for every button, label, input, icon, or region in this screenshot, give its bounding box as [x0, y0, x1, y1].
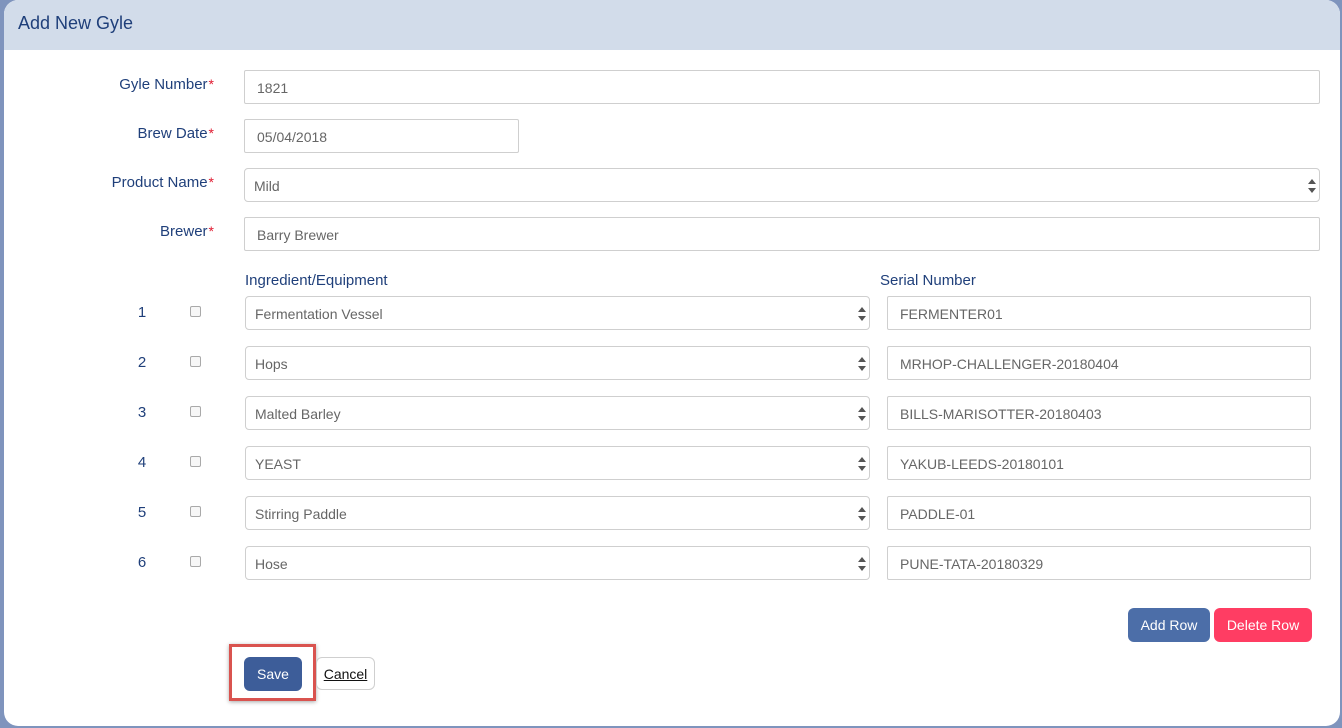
- serial-number-input[interactable]: BILLS-MARISOTTER-20180403: [887, 396, 1311, 430]
- required-marker: *: [208, 223, 214, 239]
- required-marker: *: [208, 174, 214, 190]
- serial-number-input[interactable]: FERMENTER01: [887, 296, 1311, 330]
- row-checkbox[interactable]: [190, 406, 201, 417]
- ingredient-select[interactable]: YEAST: [245, 446, 870, 480]
- select-arrows-icon: [858, 357, 866, 371]
- select-arrows-icon: [858, 557, 866, 571]
- serial-number-input[interactable]: YAKUB-LEEDS-20180101: [887, 446, 1311, 480]
- ingredient-value: Malted Barley: [255, 406, 341, 422]
- ingredient-value: Fermentation Vessel: [255, 306, 383, 322]
- serial-column-header: Serial Number: [880, 272, 976, 289]
- product-name-select[interactable]: Mild: [244, 168, 1320, 202]
- ingredient-value: Stirring Paddle: [255, 506, 347, 522]
- row-number: 3: [137, 404, 147, 421]
- brewer-input[interactable]: Barry Brewer: [244, 217, 1320, 251]
- ingredient-value: YEAST: [255, 456, 301, 472]
- select-arrows-icon: [858, 407, 866, 421]
- row-checkbox[interactable]: [190, 506, 201, 517]
- cancel-button[interactable]: Cancel: [316, 657, 375, 690]
- row-number: 4: [137, 454, 147, 471]
- gyle-number-input[interactable]: 1821: [244, 70, 1320, 104]
- brew-date-input[interactable]: 05/04/2018: [244, 119, 519, 153]
- brew-date-label-text: Brew Date: [137, 125, 208, 142]
- brewer-label-text: Brewer: [160, 223, 208, 240]
- ingredient-column-header: Ingredient/Equipment: [245, 272, 388, 289]
- select-arrows-icon: [858, 307, 866, 321]
- add-gyle-panel: Add New Gyle Gyle Number* 1821 Brew Date…: [4, 0, 1340, 726]
- row-checkbox[interactable]: [190, 556, 201, 567]
- row-number: 5: [137, 504, 147, 521]
- add-row-button[interactable]: Add Row: [1128, 608, 1210, 642]
- row-number: 6: [137, 554, 147, 571]
- gyle-number-label-text: Gyle Number: [119, 76, 208, 93]
- brewer-label: Brewer*: [4, 223, 214, 240]
- panel-header: Add New Gyle: [4, 0, 1340, 50]
- delete-row-button[interactable]: Delete Row: [1214, 608, 1312, 642]
- ingredient-value: Hose: [255, 556, 288, 572]
- select-arrows-icon: [858, 457, 866, 471]
- ingredient-select[interactable]: Hose: [245, 546, 870, 580]
- row-number: 2: [137, 354, 147, 371]
- row-checkbox[interactable]: [190, 306, 201, 317]
- product-name-label-text: Product Name: [111, 174, 208, 191]
- product-name-value: Mild: [254, 178, 280, 194]
- row-checkbox[interactable]: [190, 356, 201, 367]
- select-arrows-icon: [1308, 179, 1316, 193]
- serial-number-input[interactable]: MRHOP-CHALLENGER-20180404: [887, 346, 1311, 380]
- ingredient-select[interactable]: Malted Barley: [245, 396, 870, 430]
- ingredient-value: Hops: [255, 356, 288, 372]
- ingredient-select[interactable]: Stirring Paddle: [245, 496, 870, 530]
- save-button[interactable]: Save: [244, 657, 302, 691]
- row-number: 1: [137, 304, 147, 321]
- brew-date-label: Brew Date*: [4, 125, 214, 142]
- gyle-number-label: Gyle Number*: [4, 76, 214, 93]
- row-checkbox[interactable]: [190, 456, 201, 467]
- required-marker: *: [208, 125, 214, 141]
- ingredient-select[interactable]: Fermentation Vessel: [245, 296, 870, 330]
- serial-number-input[interactable]: PADDLE-01: [887, 496, 1311, 530]
- select-arrows-icon: [858, 507, 866, 521]
- product-name-label: Product Name*: [4, 174, 214, 191]
- panel-title: Add New Gyle: [18, 13, 134, 33]
- required-marker: *: [208, 76, 214, 92]
- serial-number-input[interactable]: PUNE-TATA-20180329: [887, 546, 1311, 580]
- ingredient-select[interactable]: Hops: [245, 346, 870, 380]
